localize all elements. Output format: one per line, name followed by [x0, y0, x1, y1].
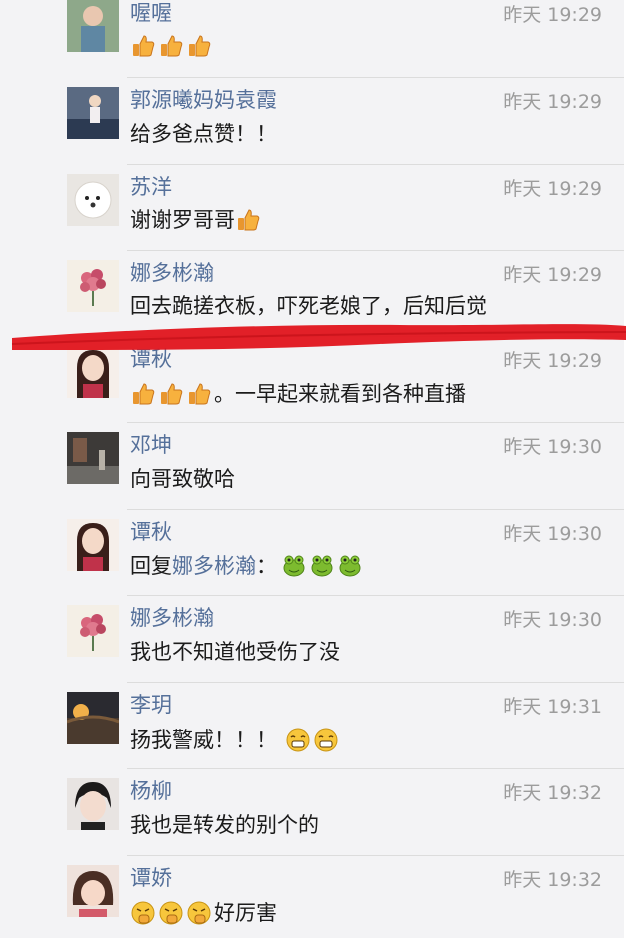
commenter-name[interactable]: 郭源曦妈妈袁霞: [130, 87, 277, 113]
comment-text: 好厉害: [130, 898, 277, 928]
comment-time: 昨天 19:30: [503, 523, 602, 545]
comment-time: 昨天 19:30: [503, 609, 602, 631]
comment-row: 喔喔 昨天 19:29: [0, 0, 624, 78]
comment-text-content: 我也不知道他受伤了没: [130, 640, 340, 664]
comment-text: 我也是转发的别个的: [130, 810, 319, 840]
comment-text-content: 给多爸点赞！！: [130, 122, 277, 146]
comment-row: 邓坤 昨天 19:30 向哥致敬哈: [0, 423, 624, 510]
comment-time: 昨天 19:29: [503, 4, 602, 26]
thumbs-up-icon: [235, 207, 261, 233]
thumbs-up-icon: [186, 381, 212, 407]
comment-row: 谭秋 昨天 19:30 回复 娜多彬瀚 ：: [0, 510, 624, 596]
reply-colon: ：: [256, 554, 277, 578]
commenter-name[interactable]: 杨柳: [130, 778, 172, 804]
comment-row: 谭秋 昨天 19:29 。一早起来就看到各种直播: [0, 337, 624, 423]
commenter-name[interactable]: 谭秋: [130, 519, 172, 545]
comment-time: 昨天 19:30: [503, 436, 602, 458]
comment-time: 昨天 19:29: [503, 350, 602, 372]
comment-text: 向哥致敬哈: [130, 464, 235, 494]
commenter-name[interactable]: 李玥: [130, 692, 172, 718]
avatar[interactable]: [67, 865, 119, 917]
reply-to-link[interactable]: 娜多彬瀚: [172, 551, 256, 581]
comment-text-content: 回去跪搓衣板，吓死老娘了，后知后觉: [130, 294, 487, 318]
comment-text: 谢谢罗哥哥: [130, 205, 263, 235]
comment-row: 谭娇 昨天 19:32 好厉害: [0, 856, 624, 938]
avatar[interactable]: [67, 778, 119, 830]
comment-text: 给多爸点赞！！: [130, 119, 277, 149]
comment-row: 郭源曦妈妈袁霞 昨天 19:29 给多爸点赞！！: [0, 78, 624, 165]
comment-text-content: 扬我警威！！！: [130, 728, 277, 752]
comment-time: 昨天 19:32: [503, 782, 602, 804]
comment-row: 娜多彬瀚 昨天 19:29 回去跪搓衣板，吓死老娘了，后知后觉: [0, 251, 624, 337]
avatar[interactable]: [67, 260, 119, 312]
comment-row: 娜多彬瀚 昨天 19:30 我也不知道他受伤了没: [0, 596, 624, 683]
thumbs-up-icon: [186, 33, 212, 59]
comment-text-content: 好厉害: [214, 901, 277, 925]
commenter-name[interactable]: 谭秋: [130, 346, 172, 372]
comment-text-content: 。一早起来就看到各种直播: [214, 382, 466, 406]
avatar[interactable]: [67, 346, 119, 398]
comment-text-content: 向哥致敬哈: [130, 467, 235, 491]
comment-text-content: 谢谢罗哥哥: [130, 208, 235, 232]
grin-icon: [285, 727, 311, 753]
commenter-name[interactable]: 谭娇: [130, 865, 172, 891]
frog-icon: [281, 553, 307, 579]
frog-icon: [337, 553, 363, 579]
comment-time: 昨天 19:29: [503, 178, 602, 200]
page-edge: [624, 0, 640, 938]
comment-row: 李玥 昨天 19:31 扬我警威！！！: [0, 683, 624, 769]
comment-text: 。一早起来就看到各种直播: [130, 379, 466, 409]
frog-icon: [309, 553, 335, 579]
comment-time: 昨天 19:32: [503, 869, 602, 891]
avatar[interactable]: [67, 605, 119, 657]
comment-text: 回去跪搓衣板，吓死老娘了，后知后觉: [130, 291, 487, 321]
commenter-name[interactable]: 喔喔: [130, 0, 172, 26]
comment-text: 扬我警威！！！: [130, 725, 341, 755]
thumbs-up-icon: [158, 33, 184, 59]
commenter-name[interactable]: 娜多彬瀚: [130, 605, 214, 631]
commenter-name[interactable]: 娜多彬瀚: [130, 260, 214, 286]
comment-row: 苏洋 昨天 19:29 谢谢罗哥哥: [0, 165, 624, 251]
commenter-name[interactable]: 苏洋: [130, 174, 172, 200]
comment-row: 杨柳 昨天 19:32 我也是转发的别个的: [0, 769, 624, 856]
thumbs-up-icon: [158, 381, 184, 407]
comment-text-content: 我也是转发的别个的: [130, 813, 319, 837]
thumbs-up-icon: [130, 381, 156, 407]
comment-text: 回复 娜多彬瀚 ：: [130, 551, 365, 581]
grin-icon: [313, 727, 339, 753]
comment-time: 昨天 19:29: [503, 264, 602, 286]
comment-time: 昨天 19:29: [503, 91, 602, 113]
reply-prefix: 回复: [130, 554, 172, 578]
avatar[interactable]: [67, 692, 119, 744]
avatar[interactable]: [67, 519, 119, 571]
fist-icon: [186, 900, 212, 926]
comment-time: 昨天 19:31: [503, 696, 602, 718]
fist-icon: [130, 900, 156, 926]
fist-icon: [158, 900, 184, 926]
comment-text: 我也不知道他受伤了没: [130, 637, 340, 667]
avatar[interactable]: [67, 174, 119, 226]
avatar[interactable]: [67, 87, 119, 139]
commenter-name[interactable]: 邓坤: [130, 432, 172, 458]
avatar[interactable]: [67, 432, 119, 484]
thumbs-up-icon: [130, 33, 156, 59]
avatar[interactable]: [67, 0, 119, 52]
comment-text: [130, 33, 214, 59]
